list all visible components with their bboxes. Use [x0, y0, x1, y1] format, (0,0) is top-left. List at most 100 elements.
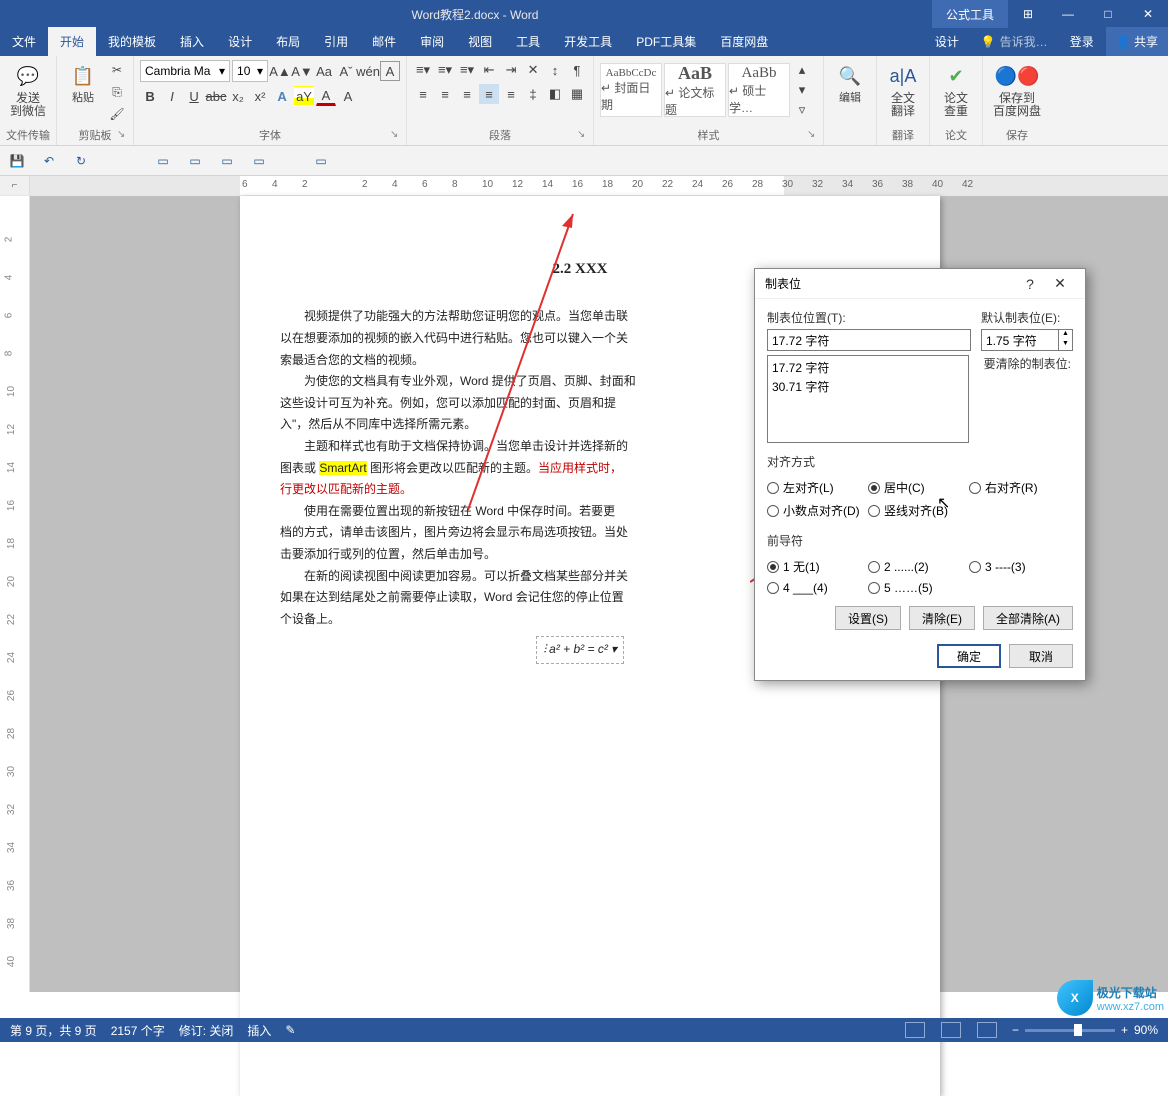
view-web-button[interactable]	[977, 1022, 997, 1038]
highlight-button[interactable]: aY	[294, 86, 314, 106]
send-wechat-button[interactable]: 💬发送到微信	[6, 60, 50, 120]
radio-align-right[interactable]: 右对齐(R)	[969, 476, 1070, 499]
qat-btn-b[interactable]: ▭	[184, 150, 206, 172]
tab-pos-input[interactable]	[767, 329, 971, 351]
list-item[interactable]: 17.72 字符	[772, 358, 964, 377]
font-name-combo[interactable]: Cambria Ma▾	[140, 60, 230, 82]
radio-align-left[interactable]: 左对齐(L)	[767, 476, 868, 499]
style-item-2[interactable]: AaBb↵ 硕士学…	[728, 63, 790, 117]
radio-leader-5[interactable]: 5 ……(5)	[868, 578, 969, 598]
tab-developer[interactable]: 开发工具	[552, 27, 624, 56]
qat-btn-e[interactable]: ▭	[310, 150, 332, 172]
default-tab-input[interactable]	[981, 329, 1059, 351]
tab-mail[interactable]: 邮件	[360, 27, 408, 56]
multilevel-button[interactable]: ≡▾	[457, 60, 477, 80]
status-extra-icon[interactable]: ✎	[285, 1023, 295, 1037]
copy-button[interactable]: ⎘	[107, 82, 127, 102]
qat-btn-d[interactable]: ▭	[248, 150, 270, 172]
line-spacing-button[interactable]: ‡	[523, 84, 543, 104]
set-button[interactable]: 设置(S)	[835, 606, 901, 630]
align-center-button[interactable]: ≡	[435, 84, 455, 104]
dialog-close-button[interactable]: ✕	[1045, 275, 1075, 292]
align-left-button[interactable]: ≡	[413, 84, 433, 104]
text-effect-button[interactable]: A	[272, 86, 292, 106]
sort-button[interactable]: ↕	[545, 60, 565, 80]
baidu-save-button[interactable]: 🔵🔴保存到百度网盘	[989, 60, 1045, 120]
subscript-button[interactable]: x₂	[228, 86, 248, 106]
undo-button[interactable]: ↶	[38, 150, 60, 172]
font-color-button[interactable]: A	[316, 86, 336, 106]
view-print-button[interactable]	[941, 1022, 961, 1038]
spin-down-button[interactable]: ▼	[1059, 340, 1072, 350]
tab-insert[interactable]: 插入	[168, 27, 216, 56]
minimize-button[interactable]: —	[1048, 0, 1088, 28]
redo-button[interactable]: ↻	[70, 150, 92, 172]
clearall-button[interactable]: 全部清除(A)	[983, 606, 1073, 630]
tab-home[interactable]: 开始	[48, 27, 96, 56]
styles-dialog-launcher[interactable]: ↘	[807, 129, 821, 143]
indent-inc-button[interactable]: ⇥	[501, 60, 521, 80]
borders-button[interactable]: ▦	[567, 84, 587, 104]
font-size-combo[interactable]: 10▾	[232, 60, 268, 82]
tab-selector[interactable]: ⌐	[0, 176, 30, 195]
tab-review[interactable]: 审阅	[408, 27, 456, 56]
phonetic-button[interactable]: wén	[358, 61, 378, 81]
textdir-button[interactable]: ✕	[523, 60, 543, 80]
ok-button[interactable]: 确定	[937, 644, 1001, 668]
styles-down-button[interactable]: ▾	[792, 80, 812, 100]
format-painter-button[interactable]: 🖌	[107, 104, 127, 124]
horizontal-ruler[interactable]: 6422468101214161820222426283032343638404…	[30, 176, 1168, 195]
close-button[interactable]: ✕	[1128, 0, 1168, 28]
shading-button[interactable]: ◧	[545, 84, 565, 104]
ribbon-options-button[interactable]: ⊞	[1008, 0, 1048, 28]
radio-align-decimal[interactable]: 小数点对齐(D)	[767, 499, 868, 522]
shrink-font-button[interactable]: A▼	[292, 61, 312, 81]
translate-button[interactable]: a|A全文翻译	[883, 60, 923, 120]
bold-button[interactable]: B	[140, 86, 160, 106]
clear-button[interactable]: 清除(E)	[909, 606, 975, 630]
radio-leader-3[interactable]: 3 ----(3)	[969, 555, 1070, 578]
dupcheck-button[interactable]: ✔论文查重	[936, 60, 976, 120]
zoom-control[interactable]: − + 90%	[1012, 1023, 1158, 1037]
tab-file[interactable]: 文件	[0, 27, 48, 56]
bullets-button[interactable]: ≡▾	[413, 60, 433, 80]
radio-align-bar[interactable]: 竖线对齐(B)	[868, 499, 969, 522]
paste-button[interactable]: 📋粘贴	[63, 60, 103, 106]
dialog-titlebar[interactable]: 制表位 ? ✕	[755, 269, 1085, 299]
styles-up-button[interactable]: ▴	[792, 60, 812, 80]
char-border-button[interactable]: A	[380, 61, 400, 81]
style-item-0[interactable]: AaBbCcDc↵ 封面日期	[600, 63, 662, 117]
tab-pos-listbox[interactable]: 17.72 字符 30.71 字符	[767, 355, 969, 443]
styles-more-button[interactable]: ▿	[792, 100, 812, 120]
font-dialog-launcher[interactable]: ↘	[390, 129, 404, 143]
maximize-button[interactable]: □	[1088, 0, 1128, 28]
view-read-button[interactable]	[905, 1022, 925, 1038]
login-button[interactable]: 登录	[1058, 27, 1106, 56]
clipboard-dialog-launcher[interactable]: ↘	[117, 129, 131, 143]
spin-up-button[interactable]: ▲	[1059, 330, 1072, 340]
tellme-input[interactable]: 💡告诉我…	[971, 27, 1058, 56]
tab-references[interactable]: 引用	[312, 27, 360, 56]
radio-align-center[interactable]: 居中(C)	[868, 476, 969, 499]
status-words[interactable]: 2157 个字	[111, 1022, 165, 1039]
tab-pdf[interactable]: PDF工具集	[624, 27, 708, 56]
para-dialog-launcher[interactable]: ↘	[577, 129, 591, 143]
cut-button[interactable]: ✂	[107, 60, 127, 80]
radio-leader-4[interactable]: 4 ___(4)	[767, 578, 868, 598]
edit-button[interactable]: 🔍编辑	[830, 60, 870, 106]
style-item-1[interactable]: AaB↵ 论文标题	[664, 63, 726, 117]
save-button[interactable]: 💾	[6, 150, 28, 172]
qat-btn-c[interactable]: ▭	[216, 150, 238, 172]
justify-button[interactable]: ≡	[479, 84, 499, 104]
zoom-in-button[interactable]: +	[1121, 1023, 1128, 1037]
show-marks-button[interactable]: ¶	[567, 60, 587, 80]
numbering-button[interactable]: ≡▾	[435, 60, 455, 80]
strike-button[interactable]: abc	[206, 86, 226, 106]
underline-button[interactable]: U	[184, 86, 204, 106]
status-page[interactable]: 第 9 页，共 9 页	[10, 1022, 97, 1039]
tab-layout[interactable]: 布局	[264, 27, 312, 56]
clear-format-button[interactable]: Aˇ	[336, 61, 356, 81]
tab-design[interactable]: 设计	[216, 27, 264, 56]
tab-view[interactable]: 视图	[456, 27, 504, 56]
align-right-button[interactable]: ≡	[457, 84, 477, 104]
